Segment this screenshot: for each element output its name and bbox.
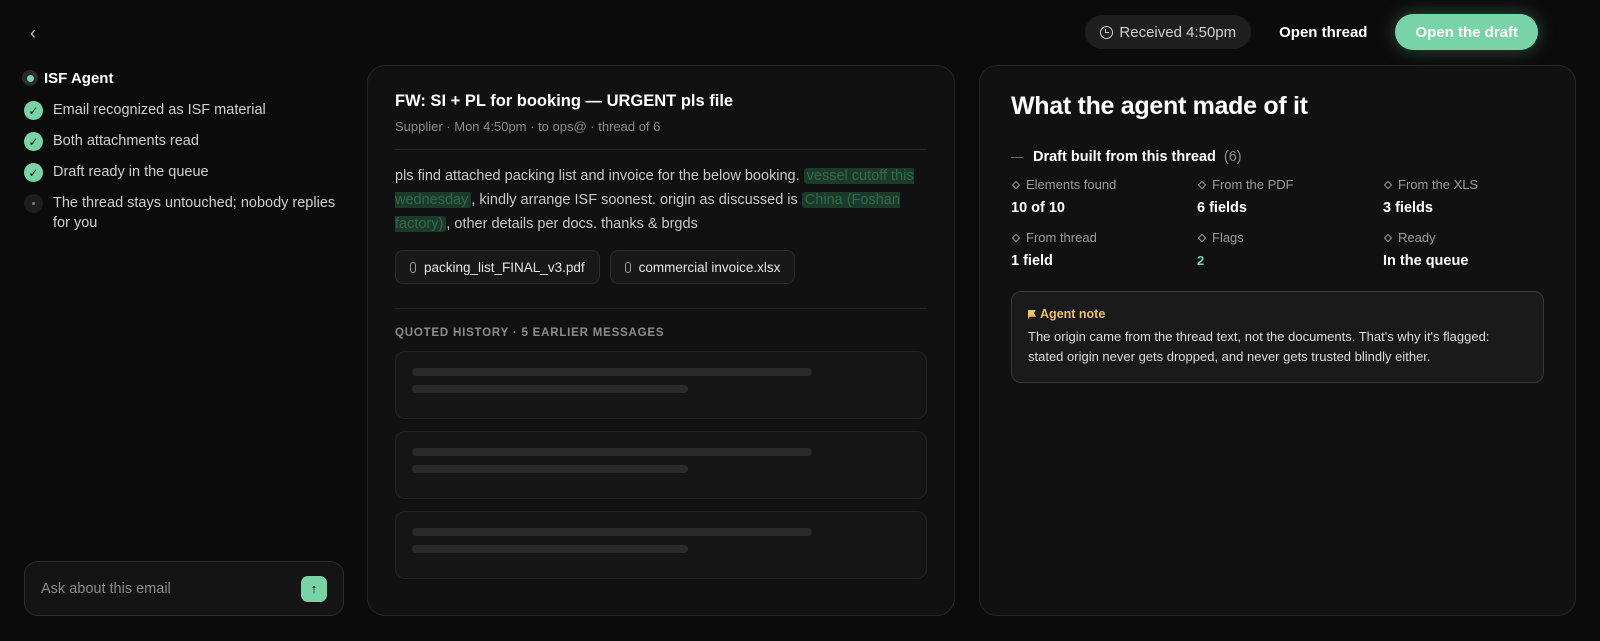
agent-steps: ✓ Email recognized as ISF material ✓ Bot… xyxy=(22,100,344,233)
attachment-xlsx[interactable]: commercial invoice.xlsx xyxy=(609,250,796,284)
attachment-name: commercial invoice.xlsx xyxy=(638,259,781,275)
agent-note-header: Agent note xyxy=(1028,307,1527,321)
send-button[interactable]: ↑ xyxy=(301,575,327,602)
flags-count: 2 xyxy=(1197,253,1205,268)
open-thread-button[interactable]: Open thread xyxy=(1267,15,1379,49)
step-item: ✓ Both attachments read xyxy=(22,131,344,151)
divider xyxy=(395,149,927,150)
stat-item: From the PDF 6 fields xyxy=(1197,177,1383,216)
email-panel: FW: SI + PL for booking — URGENT pls fil… xyxy=(367,65,955,616)
check-icon: ✓ xyxy=(24,101,43,120)
stat-item: Ready In the queue xyxy=(1383,230,1569,269)
history-message-placeholder[interactable] xyxy=(395,431,927,499)
draft-count: (6) xyxy=(1223,149,1242,165)
stat-label: From the XLS xyxy=(1398,177,1479,192)
skeleton-line xyxy=(412,545,688,553)
diamond-icon xyxy=(1383,180,1393,189)
open-draft-button[interactable]: Open the draft xyxy=(1395,14,1538,50)
received-badge: Received 4:50pm xyxy=(1085,15,1252,49)
clock-icon xyxy=(1100,25,1114,39)
stat-value: 6 fields xyxy=(1197,200,1247,216)
ask-input[interactable] xyxy=(41,580,281,597)
email-meta: Supplier · Mon 4:50pm · to ops@ · thread… xyxy=(395,119,661,134)
stat-label: Flags xyxy=(1212,230,1244,245)
stat-label: From thread xyxy=(1026,230,1097,245)
dash-icon xyxy=(1011,156,1023,158)
step-label: Email recognized as ISF material xyxy=(53,102,266,118)
email-body: pls find attached packing list and invoi… xyxy=(395,164,927,236)
ask-box: ↑ xyxy=(24,561,344,616)
divider xyxy=(395,308,927,309)
stats-grid: Elements found 10 of 10 From the PDF 6 f… xyxy=(1011,177,1544,269)
arrow-up-icon: ↑ xyxy=(310,581,318,596)
stat-value: 10 of 10 xyxy=(1011,200,1065,216)
received-label: Received 4:50pm xyxy=(1119,23,1237,41)
diamond-icon xyxy=(1197,233,1207,242)
diamond-icon xyxy=(1383,233,1393,242)
flag-icon xyxy=(1028,309,1036,319)
diamond-icon xyxy=(1197,180,1207,189)
email-subject: FW: SI + PL for booking — URGENT pls fil… xyxy=(395,92,734,110)
attachment-name: packing_list_FINAL_v3.pdf xyxy=(424,259,585,275)
history-message-placeholder[interactable] xyxy=(395,511,927,579)
stat-value: 3 fields xyxy=(1383,200,1433,216)
agent-header: ISF Agent xyxy=(22,66,344,90)
back-button[interactable]: ‹ xyxy=(22,22,44,44)
agent-note-text: The origin came from the thread text, no… xyxy=(1028,329,1490,364)
paperclip-icon xyxy=(410,261,416,273)
stat-item: From thread 1 field xyxy=(1011,230,1197,269)
stat-label: Elements found xyxy=(1026,177,1117,192)
stat-label: From the PDF xyxy=(1212,177,1294,192)
diamond-icon xyxy=(1011,233,1021,242)
chevron-left-icon: ‹ xyxy=(30,22,36,43)
agent-name: ISF Agent xyxy=(44,69,114,87)
stat-label: Ready xyxy=(1398,230,1436,245)
stat-item: Elements found 10 of 10 xyxy=(1011,177,1197,216)
check-icon: ✓ xyxy=(24,132,43,151)
history-header: QUOTED HISTORY · 5 EARLIER MESSAGES xyxy=(395,327,665,339)
stat-value: In the queue xyxy=(1383,253,1469,269)
stat-value: 1 field xyxy=(1011,253,1053,269)
step-item: The thread stays untouched; nobody repli… xyxy=(22,193,344,233)
agent-note: Agent note The origin came from the thre… xyxy=(1011,291,1544,383)
draft-title: Draft built from this thread xyxy=(1033,149,1216,165)
skeleton-line xyxy=(412,385,688,393)
step-item: ✓ Email recognized as ISF material xyxy=(22,100,344,120)
pending-dot-icon xyxy=(24,194,43,213)
body-text: , kindly arrange ISF soonest. origin as … xyxy=(471,192,802,208)
body-text: pls find attached packing list and invoi… xyxy=(395,168,804,184)
skeleton-line xyxy=(412,448,812,456)
top-actions: Received 4:50pm Open thread Open the dra… xyxy=(1085,14,1538,50)
history-message-placeholder[interactable] xyxy=(395,351,927,419)
skeleton-line xyxy=(412,368,812,376)
attachments: packing_list_FINAL_v3.pdf commercial inv… xyxy=(395,250,927,284)
diamond-icon xyxy=(1011,180,1021,189)
step-label: Draft ready in the queue xyxy=(53,164,209,180)
agent-note-label: Agent note xyxy=(1040,307,1106,321)
agent-sidebar: ISF Agent ✓ Email recognized as ISF mate… xyxy=(22,66,344,244)
body-text: , other details per docs. thanks & brgds xyxy=(446,216,698,232)
skeleton-line xyxy=(412,528,812,536)
step-item: ✓ Draft ready in the queue xyxy=(22,162,344,182)
agent-status-icon xyxy=(22,70,38,86)
stat-item: Flags 2 xyxy=(1197,230,1383,269)
step-label: Both attachments read xyxy=(53,133,199,149)
step-label: The thread stays untouched; nobody repli… xyxy=(53,195,336,231)
result-panel: What the agent made of it Draft built fr… xyxy=(979,65,1576,616)
result-title: What the agent made of it xyxy=(1011,92,1308,120)
check-icon: ✓ xyxy=(24,163,43,182)
skeleton-line xyxy=(412,465,688,473)
draft-header: Draft built from this thread (6) xyxy=(1011,149,1544,165)
stat-item: From the XLS 3 fields xyxy=(1383,177,1569,216)
paperclip-icon xyxy=(624,261,631,273)
attachment-pdf[interactable]: packing_list_FINAL_v3.pdf xyxy=(395,250,600,284)
